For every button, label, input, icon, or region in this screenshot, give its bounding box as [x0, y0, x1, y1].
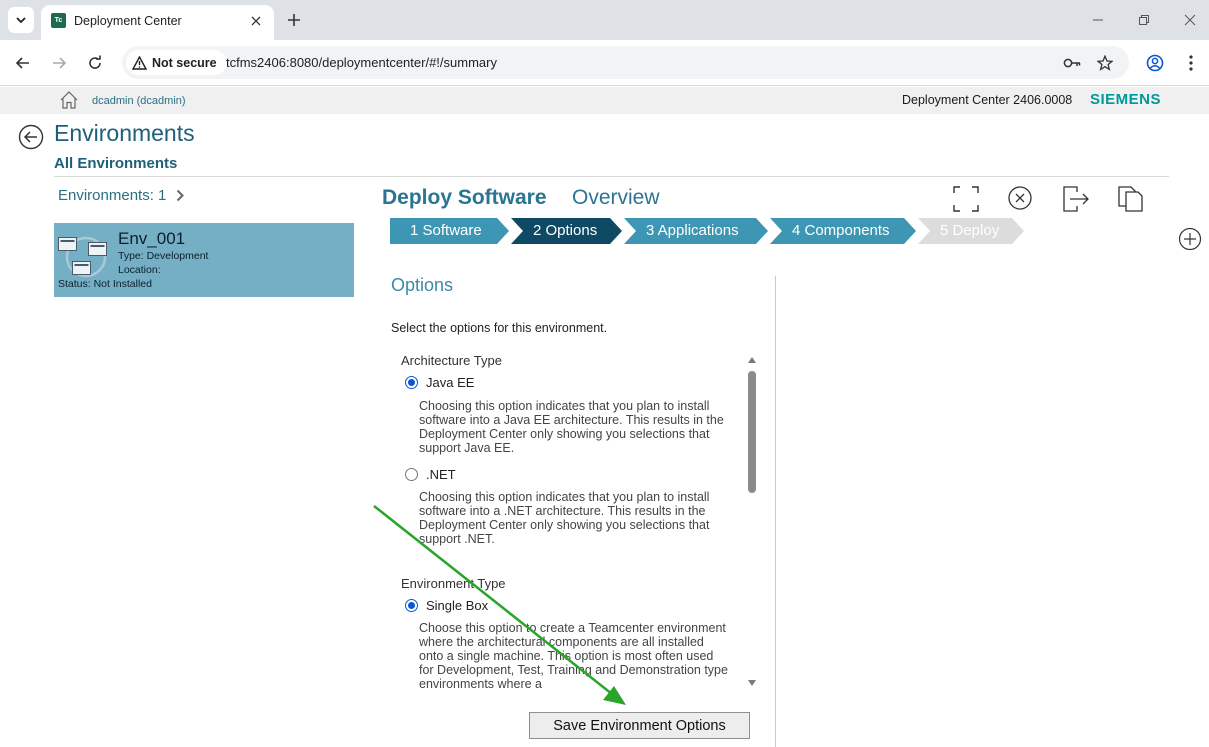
key-icon — [1063, 58, 1081, 68]
options-scrollbar[interactable] — [745, 355, 759, 688]
plus-icon — [288, 14, 300, 26]
save-environment-options-button[interactable]: Save Environment Options — [529, 712, 750, 739]
tab-search-button[interactable] — [8, 7, 34, 33]
environment-servers-icon — [58, 236, 107, 278]
environment-location: Location: — [118, 264, 161, 276]
address-bar[interactable]: Not secure tcfms2406:8080/deploymentcent… — [122, 46, 1129, 79]
star-icon — [1097, 55, 1113, 71]
environment-card[interactable]: Env_001 Type: Development Location: Stat… — [54, 223, 354, 297]
wizard-step-applications[interactable]: 3 Applications — [624, 218, 768, 244]
chevron-right-icon — [177, 189, 185, 202]
bookmark-button[interactable] — [1094, 52, 1116, 74]
wizard-step-options[interactable]: 2 Options — [511, 218, 622, 244]
java-ee-label: Java EE — [426, 375, 475, 390]
java-ee-option[interactable]: Java EE — [405, 375, 474, 390]
restore-button[interactable] — [1134, 10, 1154, 30]
arrow-left-icon — [15, 57, 29, 69]
java-ee-radio[interactable] — [405, 376, 418, 389]
browser-tab[interactable]: Tc Deployment Center — [41, 5, 274, 40]
environment-name: Env_001 — [118, 229, 186, 248]
options-scroll-area[interactable]: Architecture Type Java EE Choosing this … — [391, 349, 761, 691]
warning-triangle-icon — [132, 55, 147, 70]
panel-divider — [775, 276, 776, 747]
more-vertical-icon — [1189, 55, 1193, 71]
chevron-down-icon — [16, 17, 26, 24]
single-box-description: Choose this option to create a Teamcente… — [419, 621, 728, 691]
options-description: Select the options for this environment. — [391, 321, 608, 335]
architecture-type-label: Architecture Type — [401, 353, 502, 368]
single-box-label: Single Box — [426, 598, 489, 613]
new-tab-button[interactable] — [284, 10, 304, 30]
environment-type: Type: Development — [118, 250, 209, 262]
browser-tab-strip: Tc Deployment Center — [0, 0, 1209, 40]
single-box-radio[interactable] — [405, 599, 418, 612]
scroll-up-arrow-icon[interactable] — [748, 357, 756, 363]
environment-status: Status: Not Installed — [58, 278, 152, 290]
reload-icon — [89, 55, 101, 69]
wizard-step-components[interactable]: 4 Components — [770, 218, 916, 244]
browser-toolbar: Not secure tcfms2406:8080/deploymentcent… — [0, 40, 1209, 86]
tab-title: Deployment Center — [74, 14, 182, 28]
reload-button[interactable] — [84, 52, 106, 74]
scroll-down-arrow-icon[interactable] — [748, 680, 756, 686]
environment-type-label: Environment Type — [401, 576, 506, 591]
version-label: Deployment Center 2406.0008 — [902, 93, 1073, 107]
close-icon — [1184, 14, 1196, 26]
cancel-circle-icon[interactable] — [1006, 184, 1036, 214]
fullscreen-icon[interactable] — [951, 184, 981, 214]
tab-overview[interactable]: Overview — [572, 186, 660, 210]
dotnet-radio[interactable] — [405, 468, 418, 481]
tab-close-button[interactable] — [247, 12, 265, 30]
wizard-step-deploy: 5 Deploy — [918, 218, 1024, 244]
scroll-thumb[interactable] — [748, 371, 756, 493]
export-icon[interactable] — [1061, 184, 1091, 214]
forward-nav-button[interactable] — [48, 52, 70, 74]
app-header: dcadmin (dcadmin) Deployment Center 2406… — [0, 87, 1209, 114]
minimize-button[interactable] — [1088, 10, 1108, 30]
back-nav-button[interactable] — [12, 52, 34, 74]
teamcenter-favicon-icon: Tc — [51, 13, 66, 28]
tab-deploy-software[interactable]: Deploy Software — [382, 186, 547, 210]
arrow-right-icon — [53, 57, 67, 69]
dotnet-option[interactable]: .NET — [405, 467, 456, 482]
all-environments-link[interactable]: All Environments — [54, 155, 177, 172]
password-key-button[interactable] — [1061, 52, 1083, 74]
environments-count-label: Environments: 1 — [58, 187, 167, 204]
security-chip[interactable]: Not secure — [126, 50, 227, 75]
wizard-step-software[interactable]: 1 Software — [390, 218, 509, 244]
profile-button[interactable] — [1144, 52, 1166, 74]
profile-icon — [1146, 54, 1164, 72]
page-title: Environments — [54, 120, 195, 146]
home-icon[interactable] — [59, 90, 79, 110]
add-circle-icon[interactable] — [1178, 227, 1202, 251]
java-ee-description: Choosing this option indicates that you … — [419, 399, 724, 455]
environments-count[interactable]: Environments: 1 — [58, 187, 185, 204]
close-icon — [251, 16, 261, 26]
dotnet-description: Choosing this option indicates that you … — [419, 490, 710, 546]
minimize-icon — [1093, 19, 1103, 21]
user-link[interactable]: dcadmin (dcadmin) — [92, 95, 186, 107]
header-divider — [54, 176, 1169, 177]
options-heading: Options — [391, 275, 454, 295]
dotnet-label: .NET — [426, 467, 456, 482]
security-label: Not secure — [152, 55, 217, 70]
single-box-option[interactable]: Single Box — [405, 598, 488, 613]
copy-icon[interactable] — [1116, 184, 1146, 214]
window-close-button[interactable] — [1180, 10, 1200, 30]
browser-menu-button[interactable] — [1180, 52, 1202, 74]
restore-icon — [1139, 15, 1149, 25]
siemens-logo: SIEMENS — [1090, 91, 1162, 108]
back-circle-button[interactable] — [18, 124, 44, 150]
url-text[interactable]: tcfms2406:8080/deploymentcenter/#!/summa… — [226, 55, 497, 70]
